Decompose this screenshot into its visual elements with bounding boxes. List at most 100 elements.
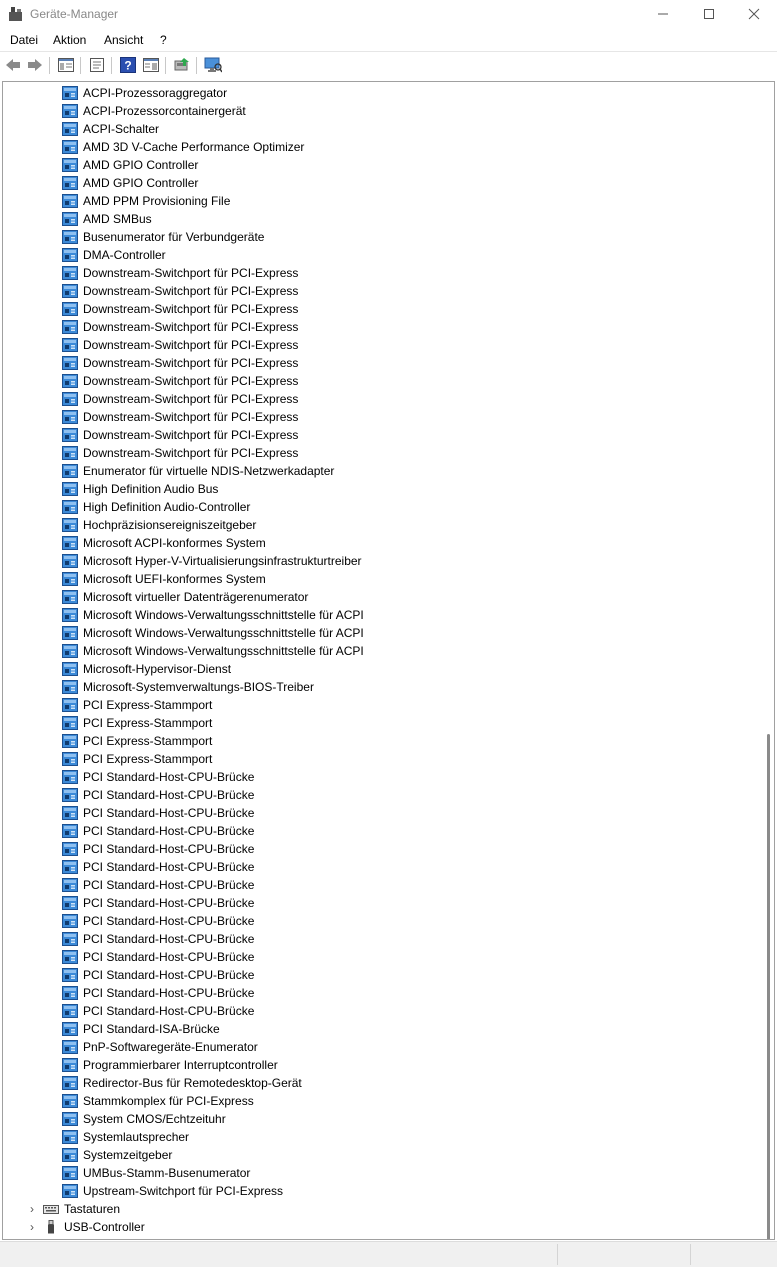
device-list-item[interactable]: Downstream-Switchport für PCI-Express — [62, 426, 298, 444]
device-list-item[interactable]: Upstream-Switchport für PCI-Express — [62, 1182, 283, 1200]
view-button[interactable] — [142, 56, 160, 74]
forward-button[interactable] — [26, 56, 44, 74]
system-device-icon — [62, 716, 78, 730]
device-list-item[interactable]: PCI Standard-Host-CPU-Brücke — [62, 840, 254, 858]
system-device-icon — [62, 230, 78, 244]
device-list-item[interactable]: AMD SMBus — [62, 210, 152, 228]
device-list-item[interactable]: UMBus-Stamm-Busenumerator — [62, 1164, 250, 1182]
device-list-item[interactable]: PCI Standard-Host-CPU-Brücke — [62, 1002, 254, 1020]
device-tree[interactable]: ACPI-Prozessoraggregator ACPI-Prozessorco… — [2, 81, 775, 1240]
device-list-item[interactable]: PCI Standard-ISA-Brücke — [62, 1020, 220, 1038]
device-list-item[interactable]: Systemlautsprecher — [62, 1128, 189, 1146]
device-list-item[interactable]: Busenumerator für Verbundgeräte — [62, 228, 264, 246]
device-list-item[interactable]: PCI Standard-Host-CPU-Brücke — [62, 786, 254, 804]
system-device-icon — [62, 590, 78, 604]
menu-aktion[interactable]: Aktion — [53, 33, 86, 47]
device-list-item[interactable]: Microsoft Windows-Verwaltungsschnittstel… — [62, 624, 364, 642]
scan-hardware-icon — [204, 57, 222, 73]
view-icon — [143, 58, 159, 72]
device-list-item[interactable]: PCI Express-Stammport — [62, 732, 212, 750]
device-list-item[interactable]: Microsoft Hyper-V-Virtualisierungsinfras… — [62, 552, 362, 570]
properties-button[interactable] — [88, 56, 106, 74]
system-device-icon — [62, 248, 78, 262]
device-list-item[interactable]: PCI Standard-Host-CPU-Brücke — [62, 858, 254, 876]
device-list-item[interactable]: High Definition Audio-Controller — [62, 498, 250, 516]
device-list-item[interactable]: AMD GPIO Controller — [62, 156, 198, 174]
device-list-item[interactable]: Microsoft Windows-Verwaltungsschnittstel… — [62, 642, 364, 660]
device-list-item[interactable]: PCI Standard-Host-CPU-Brücke — [62, 930, 254, 948]
device-list-item[interactable]: PnP-Softwaregeräte-Enumerator — [62, 1038, 258, 1056]
device-list-item[interactable]: PCI Standard-Host-CPU-Brücke — [62, 912, 254, 930]
device-list-item[interactable]: Microsoft ACPI-konformes System — [62, 534, 266, 552]
category-label: Tastaturen — [64, 1202, 121, 1216]
device-list-item[interactable]: Downstream-Switchport für PCI-Express — [62, 300, 298, 318]
device-list-item[interactable]: Downstream-Switchport für PCI-Express — [62, 336, 298, 354]
device-list-item[interactable]: PCI Standard-Host-CPU-Brücke — [62, 984, 254, 1002]
toolbar: ? — [0, 51, 777, 79]
menu-help[interactable]: ? — [160, 33, 167, 47]
device-list-item[interactable]: Microsoft-Hypervisor-Dienst — [62, 660, 231, 678]
device-list-item[interactable]: Programmierbarer Interruptcontroller — [62, 1056, 278, 1074]
menu-ansicht[interactable]: Ansicht — [104, 33, 143, 47]
maximize-button[interactable] — [686, 0, 732, 28]
category-tastaturen[interactable]: Tastaturen — [43, 1200, 120, 1218]
system-device-icon — [62, 1094, 78, 1108]
update-driver-button[interactable] — [173, 56, 191, 74]
device-label: PCI Standard-Host-CPU-Brücke — [83, 914, 255, 928]
device-list-item[interactable]: Downstream-Switchport für PCI-Express — [62, 444, 298, 462]
device-list-item[interactable]: Downstream-Switchport für PCI-Express — [62, 282, 298, 300]
device-list-item[interactable]: PCI Standard-Host-CPU-Brücke — [62, 948, 254, 966]
device-list-item[interactable]: System CMOS/Echtzeituhr — [62, 1110, 226, 1128]
scan-hardware-button[interactable] — [204, 56, 222, 74]
device-list-item[interactable]: PCI Standard-Host-CPU-Brücke — [62, 768, 254, 786]
device-list-item[interactable]: ACPI-Schalter — [62, 120, 159, 138]
system-device-icon — [62, 464, 78, 478]
device-list-item[interactable]: PCI Standard-Host-CPU-Brücke — [62, 804, 254, 822]
menu-datei[interactable]: Datei — [10, 33, 38, 47]
device-list-item[interactable]: Downstream-Switchport für PCI-Express — [62, 354, 298, 372]
vertical-scrollbar-thumb[interactable] — [767, 734, 770, 1239]
device-list-item[interactable]: Downstream-Switchport für PCI-Express — [62, 390, 298, 408]
device-list-item[interactable]: Systemzeitgeber — [62, 1146, 172, 1164]
device-list-item[interactable]: Microsoft Windows-Verwaltungsschnittstel… — [62, 606, 364, 624]
console-tree-button[interactable] — [57, 56, 75, 74]
device-label: ACPI-Prozessorcontainergerät — [83, 104, 246, 118]
device-list-item[interactable]: High Definition Audio Bus — [62, 480, 218, 498]
device-list-item[interactable]: Microsoft-Systemverwaltungs-BIOS-Treiber — [62, 678, 314, 696]
device-list-item[interactable]: Enumerator für virtuelle NDIS-Netzwerkad… — [62, 462, 334, 480]
device-label: Downstream-Switchport für PCI-Express — [83, 266, 299, 280]
device-list-item[interactable]: Downstream-Switchport für PCI-Express — [62, 372, 298, 390]
expand-chevron-icon[interactable]: › — [27, 1200, 37, 1218]
device-list-item[interactable]: AMD PPM Provisioning File — [62, 192, 230, 210]
device-list-item[interactable]: Downstream-Switchport für PCI-Express — [62, 408, 298, 426]
device-list-item[interactable]: PCI Standard-Host-CPU-Brücke — [62, 966, 254, 984]
device-list-item[interactable]: PCI Standard-Host-CPU-Brücke — [62, 894, 254, 912]
system-device-icon — [62, 482, 78, 496]
device-list-item[interactable]: AMD 3D V-Cache Performance Optimizer — [62, 138, 304, 156]
device-list-item[interactable]: Redirector-Bus für Remotedesktop-Gerät — [62, 1074, 302, 1092]
close-button[interactable] — [731, 0, 777, 28]
device-list-item[interactable]: Microsoft UEFI-konformes System — [62, 570, 266, 588]
help-button[interactable]: ? — [119, 56, 137, 74]
device-list-item[interactable]: ACPI-Prozessoraggregator — [62, 84, 227, 102]
minimize-button[interactable] — [640, 0, 686, 28]
system-device-icon — [62, 950, 78, 964]
device-list-item[interactable]: DMA-Controller — [62, 246, 166, 264]
device-label: Systemlautsprecher — [83, 1130, 190, 1144]
device-list-item[interactable]: Downstream-Switchport für PCI-Express — [62, 318, 298, 336]
device-list-item[interactable]: Stammkomplex für PCI-Express — [62, 1092, 254, 1110]
device-list-item[interactable]: ACPI-Prozessorcontainergerät — [62, 102, 246, 120]
category-usb-controller[interactable]: USB-Controller — [43, 1218, 145, 1236]
system-device-icon — [62, 428, 78, 442]
device-list-item[interactable]: PCI Standard-Host-CPU-Brücke — [62, 822, 254, 840]
device-list-item[interactable]: PCI Express-Stammport — [62, 750, 212, 768]
back-button[interactable] — [4, 56, 22, 74]
device-list-item[interactable]: PCI Express-Stammport — [62, 714, 212, 732]
device-list-item[interactable]: AMD GPIO Controller — [62, 174, 198, 192]
device-list-item[interactable]: Downstream-Switchport für PCI-Express — [62, 264, 298, 282]
device-list-item[interactable]: Microsoft virtueller Datenträgerenumerat… — [62, 588, 308, 606]
device-list-item[interactable]: Hochpräzisionsereigniszeitgeber — [62, 516, 256, 534]
device-list-item[interactable]: PCI Express-Stammport — [62, 696, 212, 714]
device-list-item[interactable]: PCI Standard-Host-CPU-Brücke — [62, 876, 254, 894]
expand-chevron-icon[interactable]: › — [27, 1218, 37, 1236]
